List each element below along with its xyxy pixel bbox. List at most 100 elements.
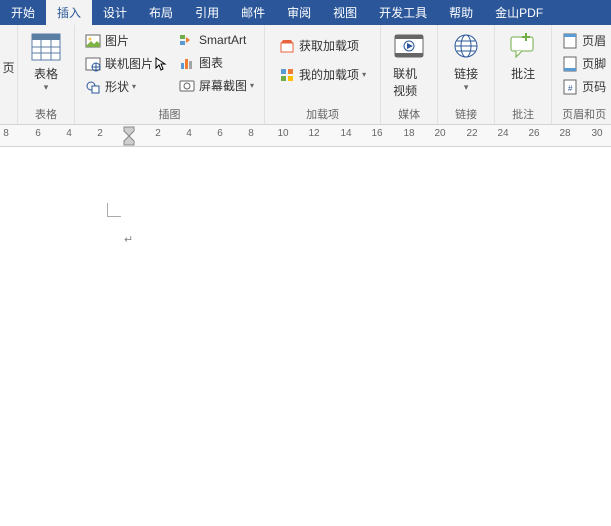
chevron-down-icon: ▾ bbox=[464, 83, 469, 91]
ruler-tick: 20 bbox=[434, 128, 445, 139]
ruler-tick: 2 bbox=[155, 128, 161, 139]
tab-jinshan-pdf[interactable]: 金山PDF bbox=[484, 0, 554, 25]
online-picture-icon bbox=[85, 56, 101, 72]
ruler-tick: 6 bbox=[35, 128, 41, 139]
ruler-tick: 26 bbox=[528, 128, 539, 139]
table-button[interactable]: 表格 ▾ bbox=[22, 27, 70, 95]
shapes-icon bbox=[85, 79, 101, 95]
tab-mailings[interactable]: 邮件 bbox=[230, 0, 276, 25]
chart-button[interactable]: 图表 bbox=[175, 51, 258, 74]
page-number-label: 页码 bbox=[582, 78, 606, 95]
link-button[interactable]: 链接 ▾ bbox=[442, 27, 490, 95]
my-addins-label: 我的加载项 bbox=[299, 66, 359, 83]
table-icon bbox=[30, 31, 62, 63]
chevron-down-icon: ▾ bbox=[132, 82, 136, 91]
page-corner-guide bbox=[107, 203, 121, 217]
ruler-tick: 24 bbox=[497, 128, 508, 139]
online-video-label: 联机视频 bbox=[393, 65, 425, 99]
ribbon: 页 表格 ▾ 表格 图片 联机图片 bbox=[0, 25, 611, 125]
ruler-tick: 14 bbox=[340, 128, 351, 139]
link-label: 链接 bbox=[454, 65, 478, 82]
ruler-tick: 4 bbox=[66, 128, 72, 139]
tab-home[interactable]: 开始 bbox=[0, 0, 46, 25]
horizontal-ruler[interactable]: 864224681012141618202224262830 bbox=[0, 125, 611, 147]
group-addins: 获取加载项 我的加载项 ▾ 加载项 bbox=[265, 25, 381, 124]
pictures-button[interactable]: 图片 bbox=[81, 29, 171, 52]
tab-references[interactable]: 引用 bbox=[184, 0, 230, 25]
comment-label: 批注 bbox=[511, 65, 535, 82]
smartart-label: SmartArt bbox=[199, 33, 246, 47]
shapes-button[interactable]: 形状 ▾ bbox=[81, 75, 171, 98]
chevron-down-icon: ▾ bbox=[250, 81, 254, 90]
footer-label: 页脚 bbox=[582, 55, 606, 72]
group-illustrations: 图片 联机图片 形状 ▾ SmartArt bbox=[75, 25, 265, 124]
group-media: 联机视频 媒体 bbox=[381, 25, 438, 124]
comment-icon bbox=[507, 31, 539, 63]
truncated-label: 页 bbox=[3, 59, 15, 76]
group-links: 链接 ▾ 链接 bbox=[438, 25, 495, 124]
ruler-tick: 10 bbox=[277, 128, 288, 139]
comment-button[interactable]: 批注 bbox=[499, 27, 547, 86]
ruler-tick: 6 bbox=[217, 128, 223, 139]
tab-layout[interactable]: 布局 bbox=[138, 0, 184, 25]
video-icon bbox=[393, 31, 425, 63]
link-icon bbox=[450, 31, 482, 63]
ruler-tick: 30 bbox=[591, 128, 602, 139]
online-video-button[interactable]: 联机视频 bbox=[385, 27, 433, 103]
picture-icon bbox=[85, 33, 101, 49]
footer-button[interactable]: 页脚 bbox=[558, 52, 610, 75]
tab-design[interactable]: 设计 bbox=[92, 0, 138, 25]
screenshot-icon bbox=[179, 78, 195, 94]
group-links-label: 链接 bbox=[442, 104, 490, 124]
table-button-label: 表格 bbox=[34, 65, 58, 82]
ruler-tick: 4 bbox=[186, 128, 192, 139]
online-pictures-label: 联机图片 bbox=[105, 55, 153, 72]
get-addins-button[interactable]: 获取加载项 bbox=[275, 31, 370, 60]
header-button[interactable]: 页眉 bbox=[558, 29, 610, 52]
group-tables-label: 表格 bbox=[22, 104, 70, 124]
tab-help[interactable]: 帮助 bbox=[438, 0, 484, 25]
screenshot-label: 屏幕截图 bbox=[199, 77, 247, 94]
pictures-label: 图片 bbox=[105, 32, 129, 49]
group-comments-label: 批注 bbox=[499, 104, 547, 124]
tab-review[interactable]: 审阅 bbox=[276, 0, 322, 25]
ruler-tick: 28 bbox=[559, 128, 570, 139]
addins-icon bbox=[279, 67, 295, 83]
ruler-tick: 2 bbox=[97, 128, 103, 139]
group-addins-label: 加载项 bbox=[269, 104, 376, 124]
shapes-label: 形状 bbox=[105, 78, 129, 95]
smartart-button[interactable]: SmartArt bbox=[175, 29, 258, 51]
ruler-tick: 22 bbox=[466, 128, 477, 139]
tab-insert[interactable]: 插入 bbox=[46, 0, 92, 25]
cursor-icon bbox=[155, 57, 167, 71]
tab-view[interactable]: 视图 bbox=[322, 0, 368, 25]
page-number-icon: # bbox=[562, 79, 578, 95]
store-icon bbox=[279, 38, 295, 54]
group-header-footer: 页眉 页脚 # 页码 页眉和页 bbox=[552, 25, 611, 124]
screenshot-button[interactable]: 屏幕截图 ▾ bbox=[175, 74, 258, 97]
group-comments: 批注 批注 bbox=[495, 25, 552, 124]
ruler-tick: 8 bbox=[3, 128, 9, 139]
group-header-footer-label: 页眉和页 bbox=[556, 104, 611, 124]
ruler-tick: 16 bbox=[371, 128, 382, 139]
chart-icon bbox=[179, 55, 195, 71]
group-media-label: 媒体 bbox=[385, 104, 433, 124]
group-illustrations-label: 插图 bbox=[79, 104, 260, 124]
document-area[interactable]: ↵ bbox=[0, 147, 611, 526]
footer-icon bbox=[562, 56, 578, 72]
ruler-tick: 8 bbox=[248, 128, 254, 139]
tab-developer[interactable]: 开发工具 bbox=[368, 0, 438, 25]
get-addins-label: 获取加载项 bbox=[299, 37, 359, 54]
chevron-down-icon: ▾ bbox=[44, 83, 49, 91]
svg-text:#: # bbox=[568, 84, 573, 93]
page-number-button[interactable]: # 页码 bbox=[558, 75, 610, 98]
group-tables: 表格 ▾ 表格 bbox=[18, 25, 75, 124]
chevron-down-icon: ▾ bbox=[362, 70, 366, 79]
indent-marker[interactable] bbox=[123, 125, 133, 145]
online-pictures-button[interactable]: 联机图片 bbox=[81, 52, 171, 75]
paragraph-mark-icon: ↵ bbox=[124, 233, 133, 246]
ruler-tick: 12 bbox=[308, 128, 319, 139]
ruler-tick: 18 bbox=[403, 128, 414, 139]
my-addins-button[interactable]: 我的加载项 ▾ bbox=[275, 60, 370, 89]
group-pages-truncated: 页 bbox=[0, 25, 18, 124]
